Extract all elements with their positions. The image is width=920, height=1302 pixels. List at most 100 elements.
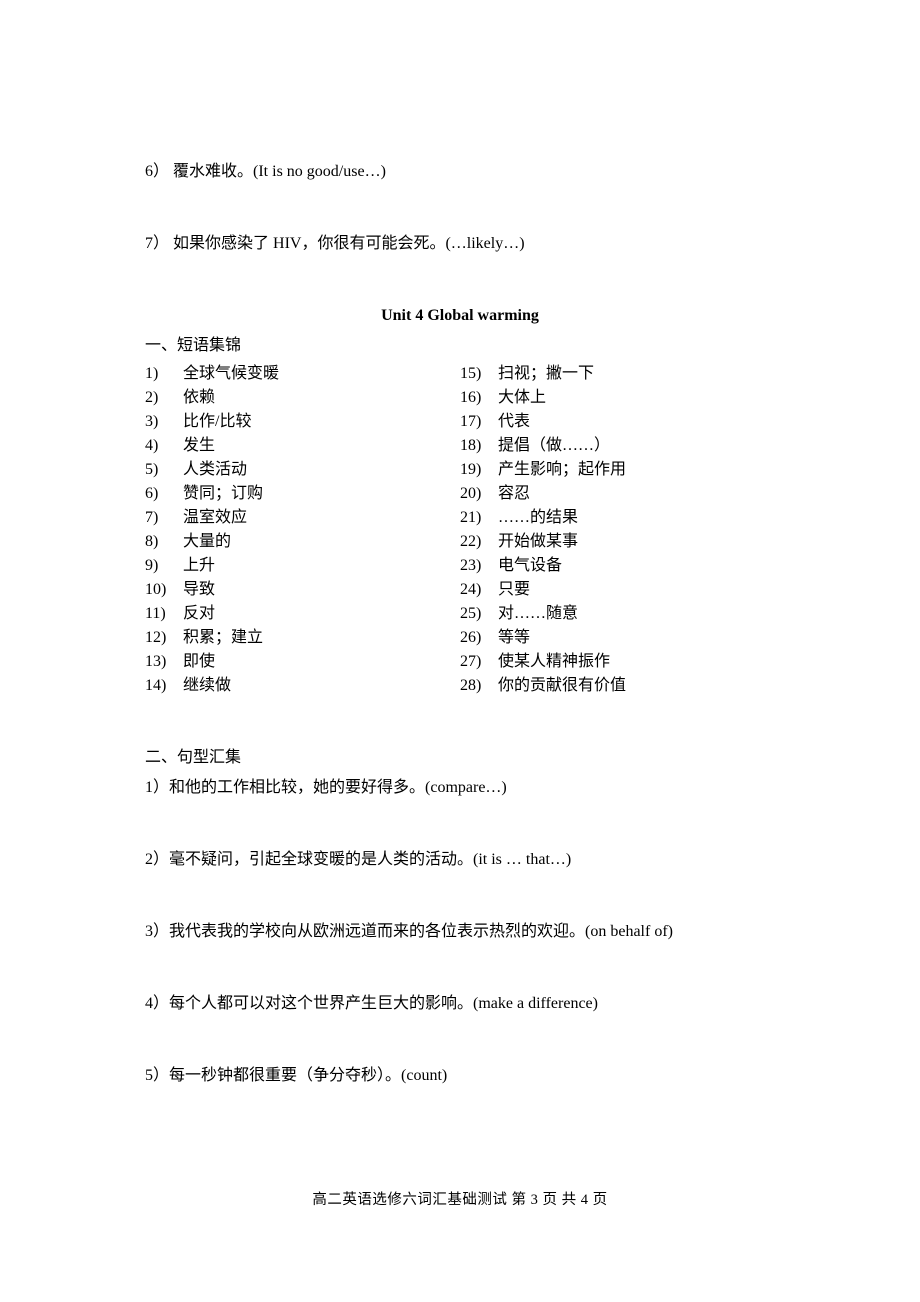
phrase-item: 2)依赖 — [145, 386, 460, 410]
phrase-item: 24)只要 — [460, 578, 775, 602]
phrase-item: 7)温室效应 — [145, 506, 460, 530]
phrase-text: 代表 — [498, 410, 530, 434]
phrase-item: 27)使某人精神振作 — [460, 650, 775, 674]
question-text: 覆水难收。(It is no good/use…) — [173, 163, 386, 180]
phrase-num: 8) — [145, 530, 183, 554]
phrase-text: 依赖 — [183, 386, 215, 410]
phrase-item: 16)大体上 — [460, 386, 775, 410]
phrase-text: 即使 — [183, 650, 215, 674]
phrase-item: 22)开始做某事 — [460, 530, 775, 554]
phrase-text: ……的结果 — [498, 506, 578, 530]
question-item: 6） 覆水难收。(It is no good/use…) — [145, 160, 775, 184]
phrase-text: 等等 — [498, 626, 530, 650]
phrase-text: 使某人精神振作 — [498, 650, 610, 674]
phrase-text: 上升 — [183, 554, 215, 578]
phrase-num: 5) — [145, 458, 183, 482]
phrase-num: 23) — [460, 554, 498, 578]
phrase-item: 21)……的结果 — [460, 506, 775, 530]
sentence-num: 1） — [145, 779, 169, 796]
phrase-text: 只要 — [498, 578, 530, 602]
phrase-num: 6) — [145, 482, 183, 506]
phrase-num: 14) — [145, 674, 183, 698]
phrase-text: 开始做某事 — [498, 530, 578, 554]
phrase-num: 17) — [460, 410, 498, 434]
phrase-text: 大体上 — [498, 386, 546, 410]
phrase-text: 提倡（做……） — [498, 434, 610, 458]
phrase-item: 11)反对 — [145, 602, 460, 626]
sentence-item: 4）每个人都可以对这个世界产生巨大的影响。(make a difference) — [145, 992, 775, 1016]
phrases-right-column: 15)扫视；撇一下 16)大体上 17)代表 18)提倡（做……） 19)产生影… — [460, 362, 775, 698]
phrase-num: 13) — [145, 650, 183, 674]
phrase-num: 21) — [460, 506, 498, 530]
phrase-num: 9) — [145, 554, 183, 578]
phrase-num: 12) — [145, 626, 183, 650]
phrase-text: 导致 — [183, 578, 215, 602]
sentence-text: 我代表我的学校向从欧洲远道而来的各位表示热烈的欢迎。(on behalf of) — [169, 923, 673, 940]
phrase-num: 2) — [145, 386, 183, 410]
phrase-text: 大量的 — [183, 530, 231, 554]
phrase-text: 电气设备 — [498, 554, 562, 578]
phrase-num: 10) — [145, 578, 183, 602]
phrase-text: 你的贡献很有价值 — [498, 674, 626, 698]
sentence-text: 每一秒钟都很重要（争分夺秒）。(count) — [169, 1067, 447, 1084]
phrase-num: 18) — [460, 434, 498, 458]
phrase-item: 1)全球气候变暖 — [145, 362, 460, 386]
question-text: 如果你感染了 HIV，你很有可能会死。(…likely…) — [173, 235, 525, 252]
sentence-text: 毫不疑问，引起全球变暖的是人类的活动。(it is … that…) — [169, 851, 571, 868]
phrase-num: 24) — [460, 578, 498, 602]
phrases-left-column: 1)全球气候变暖 2)依赖 3)比作/比较 4)发生 5)人类活动 6)赞同；订… — [145, 362, 460, 698]
sentence-text: 和他的工作相比较，她的要好得多。(compare…) — [169, 779, 507, 796]
sentence-item: 5）每一秒钟都很重要（争分夺秒）。(count) — [145, 1064, 775, 1088]
phrase-num: 7) — [145, 506, 183, 530]
phrase-text: 赞同；订购 — [183, 482, 263, 506]
phrase-item: 18)提倡（做……） — [460, 434, 775, 458]
phrase-num: 3) — [145, 410, 183, 434]
phrase-item: 23)电气设备 — [460, 554, 775, 578]
phrase-item: 3)比作/比较 — [145, 410, 460, 434]
phrase-item: 5)人类活动 — [145, 458, 460, 482]
question-num: 6） — [145, 163, 169, 180]
phrase-text: 全球气候变暖 — [183, 362, 279, 386]
phrase-item: 19)产生影响；起作用 — [460, 458, 775, 482]
phrase-item: 14)继续做 — [145, 674, 460, 698]
phrase-item: 8)大量的 — [145, 530, 460, 554]
phrase-item: 17)代表 — [460, 410, 775, 434]
question-num: 7） — [145, 235, 169, 252]
phrase-item: 6)赞同；订购 — [145, 482, 460, 506]
phrase-num: 1) — [145, 362, 183, 386]
phrase-item: 28)你的贡献很有价值 — [460, 674, 775, 698]
phrase-num: 19) — [460, 458, 498, 482]
phrase-text: 积累；建立 — [183, 626, 263, 650]
sentence-num: 4） — [145, 995, 169, 1012]
phrase-num: 16) — [460, 386, 498, 410]
phrases-columns: 1)全球气候变暖 2)依赖 3)比作/比较 4)发生 5)人类活动 6)赞同；订… — [145, 362, 775, 698]
sentence-item: 1）和他的工作相比较，她的要好得多。(compare…) — [145, 776, 775, 800]
phrase-item: 25)对……随意 — [460, 602, 775, 626]
sentence-num: 5） — [145, 1067, 169, 1084]
phrase-num: 15) — [460, 362, 498, 386]
sentence-num: 2） — [145, 851, 169, 868]
phrase-item: 10)导致 — [145, 578, 460, 602]
sentence-item: 2）毫不疑问，引起全球变暖的是人类的活动。(it is … that…) — [145, 848, 775, 872]
phrase-num: 4) — [145, 434, 183, 458]
phrase-item: 9)上升 — [145, 554, 460, 578]
sentence-item: 3）我代表我的学校向从欧洲远道而来的各位表示热烈的欢迎。(on behalf o… — [145, 920, 775, 944]
sentences-block: 1）和他的工作相比较，她的要好得多。(compare…) 2）毫不疑问，引起全球… — [145, 776, 775, 1088]
phrase-text: 反对 — [183, 602, 215, 626]
sentence-num: 3） — [145, 923, 169, 940]
phrase-num: 11) — [145, 602, 183, 626]
phrase-item: 15)扫视；撇一下 — [460, 362, 775, 386]
phrase-text: 产生影响；起作用 — [498, 458, 626, 482]
phrase-text: 温室效应 — [183, 506, 247, 530]
phrase-num: 28) — [460, 674, 498, 698]
phrase-text: 扫视；撇一下 — [498, 362, 594, 386]
sentence-text: 每个人都可以对这个世界产生巨大的影响。(make a difference) — [169, 995, 598, 1012]
page-footer: 高二英语选修六词汇基础测试 第 3 页 共 4 页 — [0, 1190, 920, 1212]
phrase-num: 20) — [460, 482, 498, 506]
phrase-text: 发生 — [183, 434, 215, 458]
section2-heading: 二、句型汇集 — [145, 746, 775, 770]
top-question-block: 6） 覆水难收。(It is no good/use…) 7） 如果你感染了 H… — [145, 160, 775, 256]
phrase-text: 容忍 — [498, 482, 530, 506]
phrase-num: 22) — [460, 530, 498, 554]
phrase-num: 26) — [460, 626, 498, 650]
